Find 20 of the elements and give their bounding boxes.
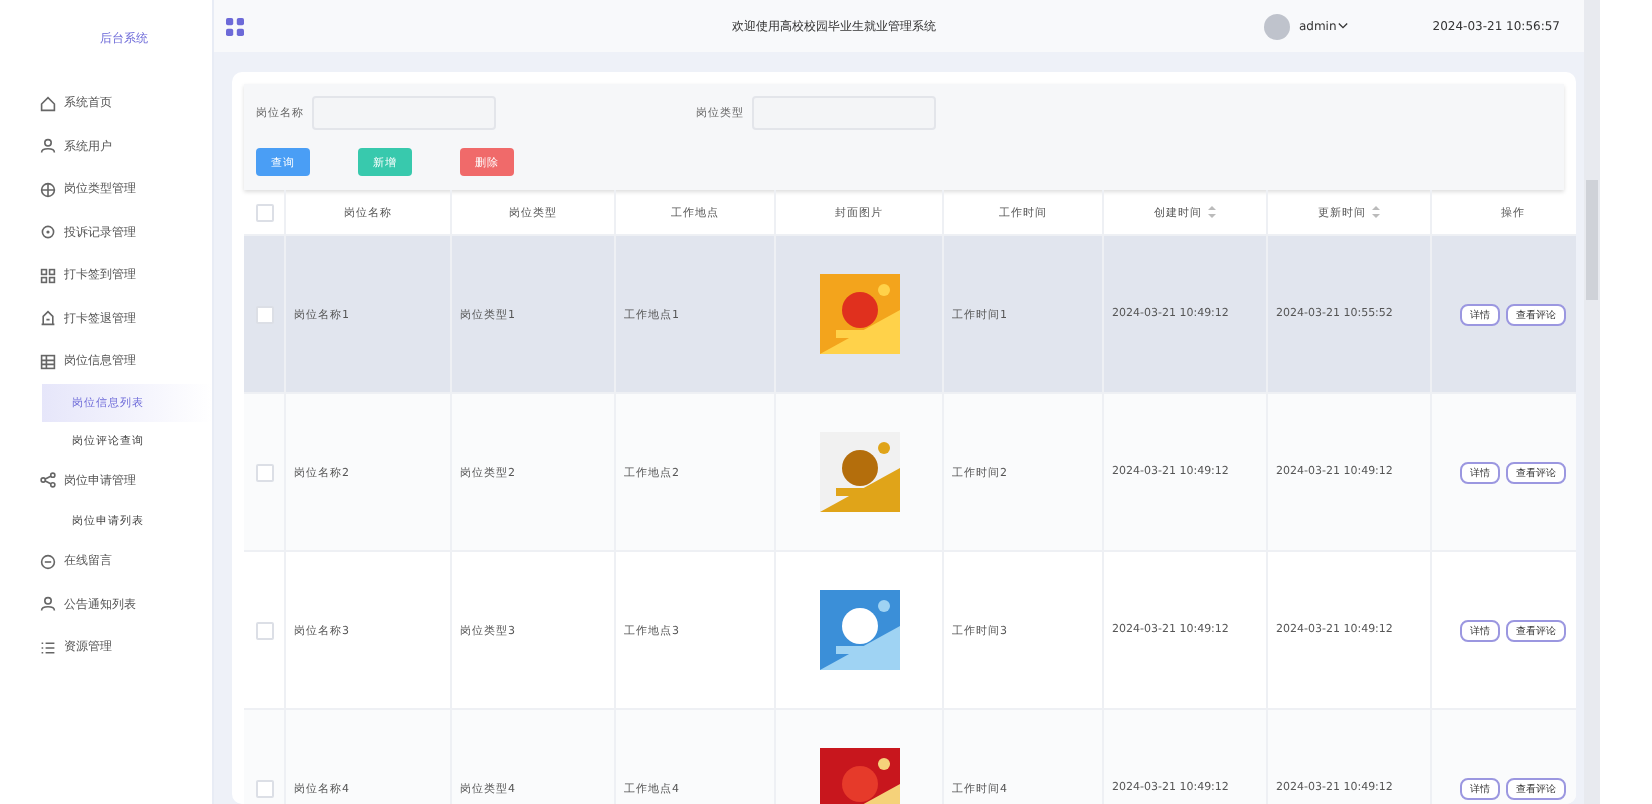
sort-icon [1372, 206, 1380, 218]
building-icon [40, 310, 56, 327]
globe-icon [40, 181, 56, 198]
home-icon [40, 95, 56, 112]
avatar[interactable] [1264, 13, 1291, 39]
checkbox[interactable] [255, 779, 273, 797]
list-icon [40, 639, 56, 656]
person-icon [40, 138, 56, 155]
menu-icon [226, 17, 244, 35]
checkbox[interactable] [255, 305, 273, 323]
table-icon [40, 353, 56, 370]
caret-icon [1338, 22, 1349, 30]
sort-icon [1208, 206, 1216, 218]
checkbox[interactable] [255, 621, 273, 639]
scrollbar-thumb[interactable] [1586, 180, 1598, 300]
person-icon [40, 596, 56, 613]
checkbox[interactable] [255, 203, 273, 221]
share-icon [40, 472, 56, 489]
grid-icon [40, 267, 56, 284]
checkbox[interactable] [255, 463, 273, 481]
